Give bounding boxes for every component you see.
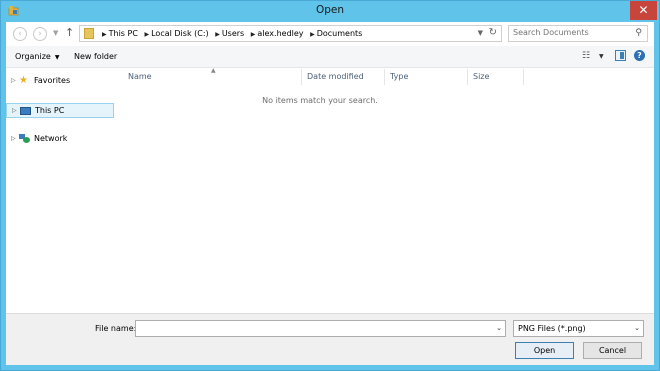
column-headers: ▲ Name Date modified Type Size [116, 67, 524, 85]
navigation-pane: ▷ ★ Favorites ▷ This PC ▷ Network [6, 69, 115, 313]
expand-arrow-icon[interactable]: ▷ [11, 77, 16, 84]
expand-arrow-icon[interactable]: ▷ [11, 135, 16, 142]
breadcrumb-separator-icon[interactable]: ▶ [102, 31, 107, 38]
computer-icon [20, 107, 31, 115]
organize-button[interactable]: Organize ▼ [15, 52, 59, 61]
chevron-down-icon: ▼ [54, 54, 60, 61]
file-type-dropdown-icon[interactable]: ⌄ [634, 324, 640, 332]
file-type-select[interactable]: PNG Files (*.png) ⌄ [513, 320, 644, 337]
title-bar: Open ✕ [1, 1, 659, 22]
column-header-name[interactable]: Name [123, 69, 302, 85]
help-icon[interactable]: ? [634, 50, 645, 61]
nav-item-network[interactable]: ▷ Network [6, 132, 114, 147]
recent-locations-dropdown-icon[interactable]: ▼ [53, 29, 58, 37]
empty-list-message: No items match your search. [262, 96, 378, 105]
organize-label: Organize [15, 52, 51, 61]
new-folder-button[interactable]: New folder [74, 52, 117, 61]
up-arrow-icon[interactable]: ↑ [65, 26, 74, 39]
nav-item-label: Favorites [34, 76, 71, 85]
search-icon[interactable]: ⚲ [635, 28, 642, 38]
view-options-dropdown-icon[interactable]: ▼ [599, 53, 604, 60]
nav-item-label: Network [34, 134, 68, 143]
address-bar[interactable]: ▶ This PC ▶ Local Disk (C:) ▶ Users ▶ alex.h… [79, 25, 502, 42]
close-button[interactable]: ✕ [630, 1, 657, 20]
command-bar: Organize ▼ New folder ☷ ▼ ? [6, 46, 654, 68]
forward-icon[interactable]: › [33, 27, 47, 41]
nav-item-this-pc[interactable]: ▷ This PC [6, 103, 114, 118]
cancel-button[interactable]: Cancel [583, 342, 642, 359]
file-list[interactable]: ▲ Name Date modified Type Size No items … [116, 67, 654, 313]
open-button[interactable]: Open [515, 342, 574, 359]
breadcrumb-separator-icon[interactable]: ▶ [251, 31, 256, 38]
search-box[interactable]: ⚲ [508, 25, 648, 42]
change-view-icon[interactable]: ☷ [582, 51, 590, 61]
column-header-type[interactable]: Type [385, 69, 468, 85]
dialog-client-area: ‹ › ▼ ↑ ▶ This PC ▶ Local Disk (C:) ▶ Users… [6, 22, 654, 365]
preview-pane-icon[interactable] [615, 50, 626, 61]
breadcrumb-this-pc[interactable]: This PC [109, 29, 138, 38]
file-name-dropdown-icon[interactable]: ⌄ [496, 324, 502, 332]
folder-icon [84, 28, 94, 39]
address-row: ‹ › ▼ ↑ ▶ This PC ▶ Local Disk (C:) ▶ Users… [6, 22, 654, 46]
breadcrumb-separator-icon[interactable]: ▶ [144, 31, 149, 38]
file-name-label: File name: [95, 324, 137, 333]
search-input[interactable] [513, 28, 628, 37]
window-title: Open [315, 4, 345, 16]
breadcrumb-local-disk[interactable]: Local Disk (C:) [151, 29, 209, 38]
column-header-size[interactable]: Size [468, 69, 524, 85]
file-name-input[interactable] [139, 323, 489, 332]
refresh-icon[interactable]: ↻ [489, 27, 497, 38]
file-type-value: PNG Files (*.png) [518, 324, 586, 333]
breadcrumb-documents[interactable]: Documents [317, 29, 363, 38]
back-icon[interactable]: ‹ [13, 27, 27, 41]
nav-item-label: This PC [35, 106, 65, 115]
file-selection-panel: File name: ⌄ PNG Files (*.png) ⌄ Open Ca… [6, 313, 654, 365]
expand-arrow-icon[interactable]: ▷ [12, 107, 17, 114]
breadcrumb-users[interactable]: Users [222, 29, 244, 38]
address-dropdown-icon[interactable]: ▼ [478, 29, 483, 37]
breadcrumb-user[interactable]: alex.hedley [257, 29, 303, 38]
star-icon: ★ [19, 75, 28, 86]
nav-item-favorites[interactable]: ▷ ★ Favorites [6, 74, 114, 89]
column-header-date-modified[interactable]: Date modified [302, 69, 385, 85]
breadcrumb-separator-icon[interactable]: ▶ [310, 31, 315, 38]
open-dialog: Open ✕ ‹ › ▼ ↑ ▶ This PC ▶ Local Disk (C:)… [0, 0, 660, 371]
network-icon [19, 134, 30, 143]
breadcrumb: ▶ This PC ▶ Local Disk (C:) ▶ Users ▶ alex.h… [100, 29, 364, 38]
file-name-combo[interactable]: ⌄ [135, 320, 506, 337]
breadcrumb-separator-icon[interactable]: ▶ [215, 31, 220, 38]
